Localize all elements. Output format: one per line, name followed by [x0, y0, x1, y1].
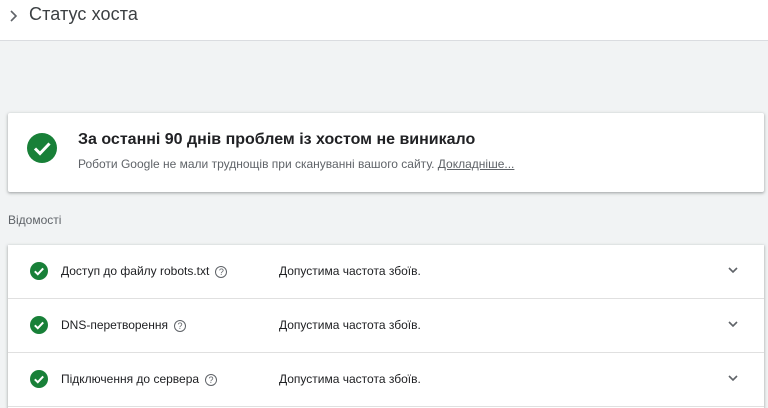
- list-item[interactable]: DNS-перетворення? Допустима частота збої…: [8, 299, 764, 353]
- check-circle-icon: [30, 316, 48, 334]
- chevron-down-icon[interactable]: [726, 263, 740, 277]
- row-name-text: Доступ до файлу robots.txt: [61, 264, 210, 278]
- learn-more-link[interactable]: Докладніше...: [438, 157, 515, 171]
- details-list: Доступ до файлу robots.txt? Допустима ча…: [8, 245, 764, 408]
- help-icon[interactable]: ?: [173, 320, 186, 332]
- chevron-down-icon[interactable]: [726, 371, 740, 385]
- row-status: Допустима частота збоїв.: [279, 318, 421, 332]
- row-name: DNS-перетворення?: [61, 318, 186, 332]
- row-name-text: DNS-перетворення: [61, 318, 168, 332]
- chevron-down-icon[interactable]: [726, 317, 740, 331]
- summary-description: Роботи Google не мали труднощів при скан…: [78, 157, 514, 171]
- row-name: Доступ до файлу robots.txt?: [61, 264, 228, 278]
- summary-headline: За останні 90 днів проблем із хостом не …: [78, 131, 476, 148]
- row-status: Допустима частота збоїв.: [279, 264, 421, 278]
- section-label: Відомості: [8, 213, 62, 227]
- row-name-text: Підключення до сервера: [61, 372, 200, 386]
- list-item[interactable]: Підключення до сервера? Допустима частот…: [8, 353, 764, 407]
- row-name: Підключення до сервера?: [61, 372, 218, 386]
- summary-description-text: Роботи Google не мали труднощів при скан…: [78, 157, 435, 171]
- help-icon[interactable]: ?: [215, 266, 228, 278]
- page-title: Статус хоста: [29, 4, 138, 24]
- summary-card: За останні 90 днів проблем із хостом не …: [8, 113, 764, 192]
- chevron-right-icon[interactable]: [8, 9, 20, 23]
- row-status: Допустима частота збоїв.: [279, 372, 421, 386]
- check-circle-icon: [27, 133, 57, 163]
- check-circle-icon: [30, 262, 48, 280]
- check-circle-icon: [30, 370, 48, 388]
- list-item[interactable]: Доступ до файлу robots.txt? Допустима ча…: [8, 245, 764, 299]
- page-header: Статус хоста: [0, 0, 768, 41]
- help-icon[interactable]: ?: [205, 374, 218, 386]
